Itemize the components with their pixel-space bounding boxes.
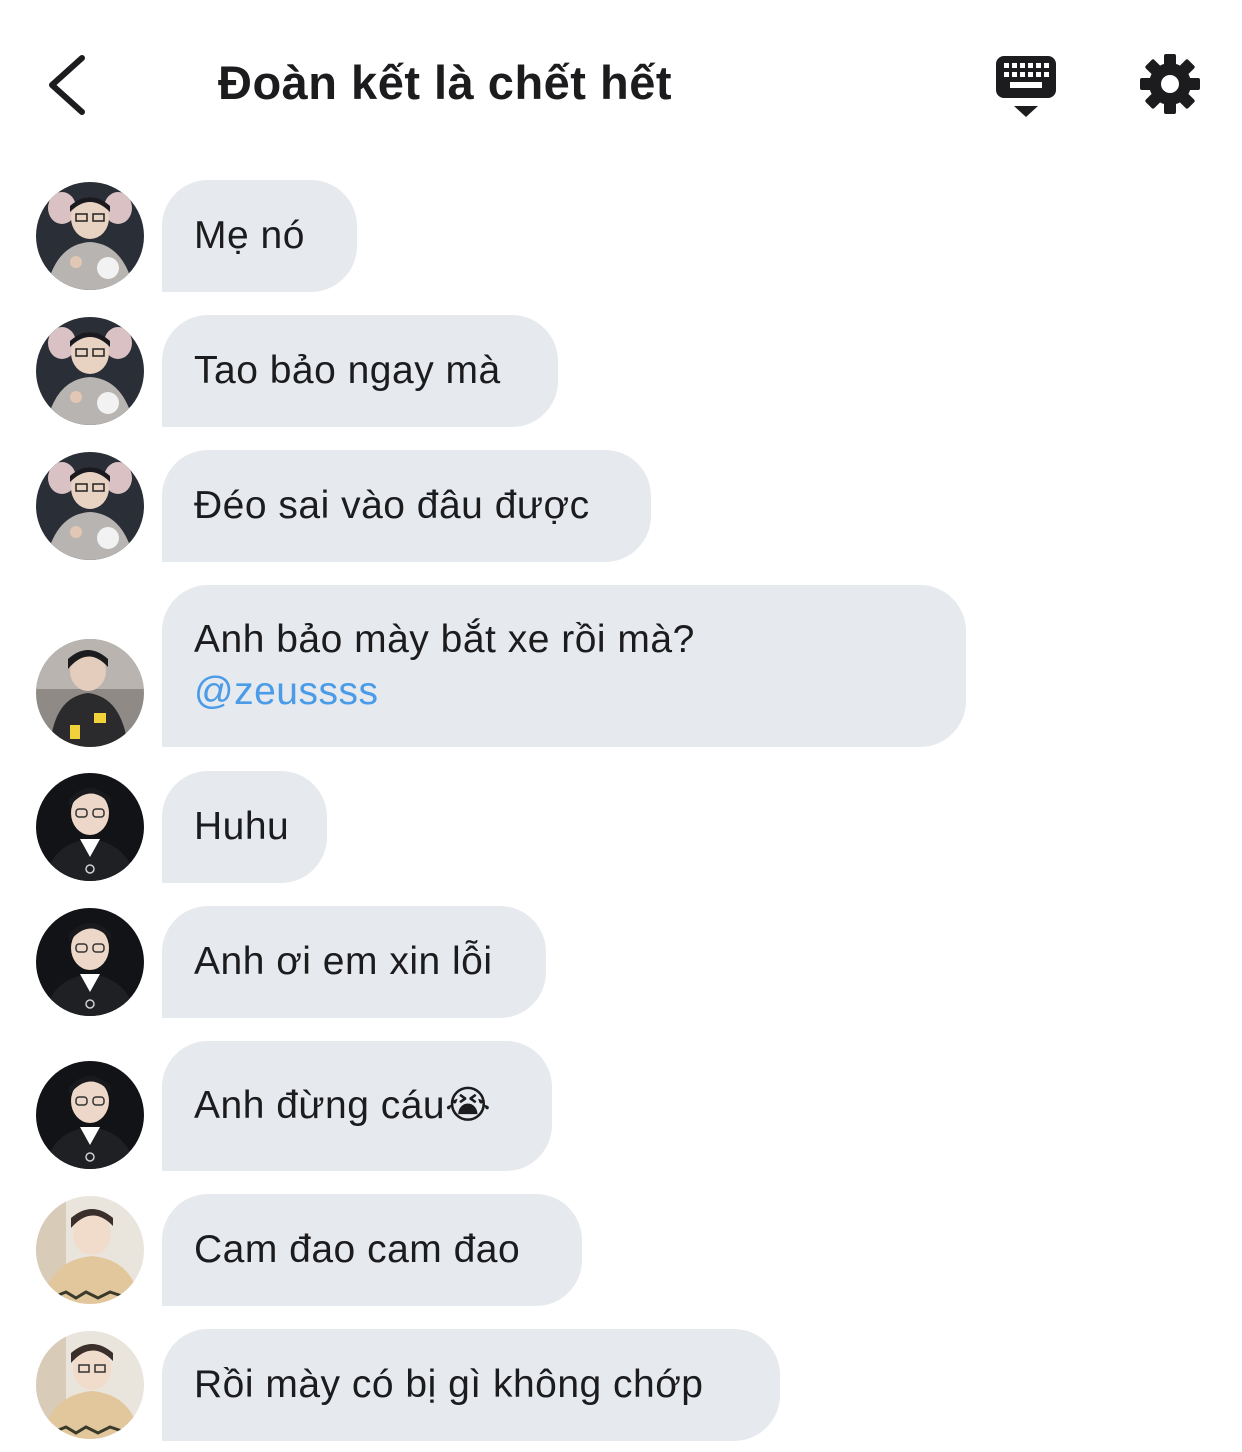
- message-bubble[interactable]: Anh ơi em xin lỗi: [162, 906, 546, 1018]
- message-bubble[interactable]: Anh đừng cáu😭: [162, 1041, 552, 1171]
- message-row: Anh bảo mày bắt xe rồi mà? @zeussss: [0, 585, 1242, 747]
- message-text: Anh đừng cáu😭: [194, 1084, 492, 1127]
- message-text: Rồi mày có bị gì không chớp: [194, 1363, 704, 1406]
- message-text: Anh bảo mày bắt xe rồi mà?: [194, 618, 695, 661]
- message-bubble[interactable]: Cam đao cam đao: [162, 1194, 582, 1306]
- avatar[interactable]: [36, 908, 144, 1016]
- message-bubble[interactable]: Tao bảo ngay mà: [162, 315, 558, 427]
- avatar[interactable]: [36, 317, 144, 425]
- message-row: Đéo sai vào đâu được: [0, 450, 1242, 562]
- message-text: Đéo sai vào đâu được: [194, 484, 590, 527]
- avatar[interactable]: [36, 773, 144, 881]
- message-text: Cam đao cam đao: [194, 1228, 521, 1271]
- message-bubble[interactable]: Đéo sai vào đâu được: [162, 450, 651, 562]
- message-list[interactable]: Mẹ nó Tao bảo ngay mà Đéo sai vào đâu đư…: [0, 0, 1242, 1452]
- message-row: Rồi mày có bị gì không chớp: [0, 1329, 1242, 1441]
- avatar[interactable]: [36, 1196, 144, 1304]
- mention-link[interactable]: @zeussss: [194, 666, 934, 718]
- message-bubble[interactable]: Rồi mày có bị gì không chớp: [162, 1329, 780, 1441]
- message-text: Huhu: [194, 805, 290, 848]
- message-bubble[interactable]: Anh bảo mày bắt xe rồi mà? @zeussss: [162, 585, 966, 747]
- message-bubble[interactable]: Huhu: [162, 771, 327, 883]
- message-row: Huhu: [0, 771, 1242, 883]
- message-row: Mẹ nó: [0, 180, 1242, 292]
- avatar[interactable]: [36, 182, 144, 290]
- message-text: Anh ơi em xin lỗi: [194, 940, 493, 983]
- avatar[interactable]: [36, 1331, 144, 1439]
- message-row: Anh đừng cáu😭: [0, 1041, 1242, 1171]
- message-row: Cam đao cam đao: [0, 1194, 1242, 1306]
- avatar[interactable]: [36, 452, 144, 560]
- avatar[interactable]: [36, 1061, 144, 1169]
- avatar[interactable]: [36, 639, 144, 747]
- message-text: Mẹ nó: [194, 214, 305, 257]
- message-text: Tao bảo ngay mà: [194, 349, 501, 392]
- message-bubble[interactable]: Mẹ nó: [162, 180, 357, 292]
- message-row: Tao bảo ngay mà: [0, 315, 1242, 427]
- message-row: Anh ơi em xin lỗi: [0, 906, 1242, 1018]
